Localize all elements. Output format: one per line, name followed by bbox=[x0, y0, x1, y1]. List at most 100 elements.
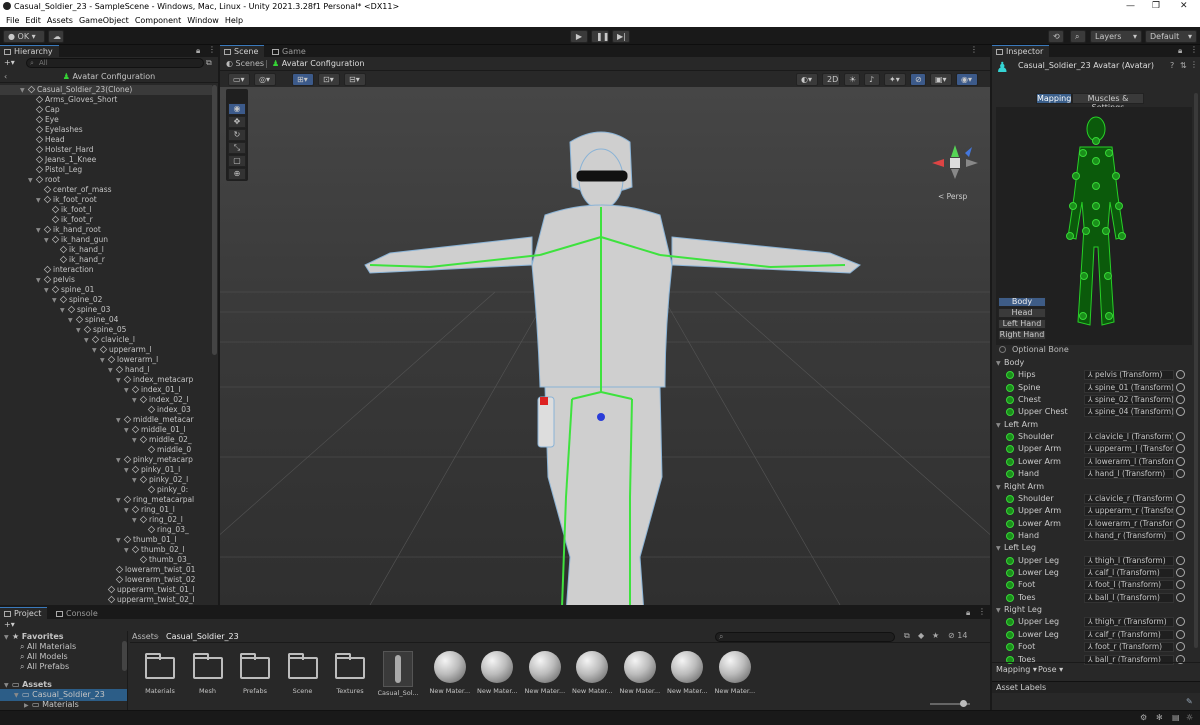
bone-transform-field[interactable]: ⅄ calf_l (Transform) bbox=[1084, 568, 1174, 578]
bone-transform-field[interactable]: ⅄ hand_l (Transform) bbox=[1084, 469, 1174, 480]
hierarchy-item[interactable]: ▼ pinky_02_l bbox=[132, 475, 188, 485]
expand-arrow-icon[interactable]: ▼ bbox=[116, 416, 124, 426]
asset-folder[interactable]: Textures bbox=[330, 651, 370, 695]
fav-all-prefabs[interactable]: ⌕ All Prefabs bbox=[20, 661, 127, 673]
bone-left-shoulder-dot[interactable] bbox=[1079, 149, 1087, 157]
mapping-dropdown[interactable]: Mapping ▾ bbox=[996, 665, 1037, 674]
bone-group-header[interactable]: ▼ Body bbox=[996, 357, 1200, 369]
visibility-toggle[interactable]: ⊘ bbox=[910, 73, 926, 86]
expand-arrow-icon[interactable]: ▼ bbox=[76, 326, 84, 336]
shading-button[interactable]: ◐▾ bbox=[796, 73, 818, 86]
hierarchy-item[interactable]: Holster_Hard bbox=[28, 145, 94, 155]
hierarchy-item[interactable]: ik_hand_l bbox=[52, 245, 104, 255]
expand-arrow-icon[interactable]: ▼ bbox=[20, 86, 28, 96]
persp-label[interactable]: < Persp bbox=[938, 192, 968, 201]
panel-menu-icon[interactable]: ⋮ bbox=[208, 45, 216, 54]
expand-arrow-icon[interactable]: ▼ bbox=[116, 456, 124, 466]
expand-arrow-icon[interactable]: ▼ bbox=[132, 436, 140, 446]
bone-right-lowerarm-dot[interactable] bbox=[1069, 202, 1077, 210]
transform-tool[interactable]: ⊕ bbox=[228, 168, 246, 180]
menu-help[interactable]: Help bbox=[225, 14, 243, 27]
bone-hips-dot[interactable] bbox=[1092, 219, 1100, 227]
body-part-head-button[interactable]: Head bbox=[998, 308, 1046, 318]
project-search-input[interactable]: ⌕ bbox=[715, 632, 895, 642]
gizmos-button[interactable]: ◉▾ bbox=[956, 73, 978, 86]
bone-group-header[interactable]: ▼ Right Arm bbox=[996, 481, 1200, 493]
hierarchy-scrollbar[interactable] bbox=[212, 85, 217, 355]
expand-arrow-icon[interactable]: ▼ bbox=[52, 296, 60, 306]
bone-right-lowerleg-dot[interactable] bbox=[1080, 272, 1088, 280]
body-part-right-hand-button[interactable]: Right Hand bbox=[998, 330, 1046, 340]
hierarchy-item[interactable]: Pistol_Leg bbox=[28, 165, 82, 175]
bone-left-lowerleg-dot[interactable] bbox=[1104, 272, 1112, 280]
object-picker-icon[interactable] bbox=[1176, 568, 1185, 577]
object-picker-icon[interactable] bbox=[1176, 407, 1185, 417]
expand-arrow-icon[interactable]: ▼ bbox=[100, 356, 108, 366]
cloud-button[interactable]: ☁ bbox=[48, 30, 64, 43]
move-tool[interactable]: ✥ bbox=[228, 116, 246, 128]
hierarchy-item[interactable]: ▼ upperarm_l bbox=[92, 345, 152, 355]
scenes-breadcrumb[interactable]: ◐ Scenes bbox=[226, 59, 264, 68]
pose-dropdown[interactable]: Pose ▾ bbox=[1038, 665, 1063, 674]
lock-icon[interactable]: 🔒︎ bbox=[1178, 46, 1182, 56]
object-picker-icon[interactable] bbox=[1176, 531, 1185, 540]
bone-transform-field[interactable]: ⅄ foot_l (Transform) bbox=[1084, 580, 1174, 591]
hierarchy-item[interactable]: ▼ spine_04 bbox=[68, 315, 118, 325]
bone-transform-field[interactable]: ⅄ clavicle_l (Transform) bbox=[1084, 432, 1174, 442]
menu-file[interactable]: File bbox=[6, 14, 19, 27]
object-picker-icon[interactable] bbox=[1176, 518, 1185, 528]
expand-arrow-icon[interactable]: ▼ bbox=[996, 543, 1004, 555]
asset-material[interactable]: New Mater... bbox=[667, 651, 707, 695]
layout-dropdown[interactable]: Default ▾ bbox=[1145, 30, 1197, 43]
back-icon[interactable]: ‹ bbox=[4, 71, 7, 83]
hierarchy-item[interactable]: ▼ spine_03 bbox=[60, 305, 110, 315]
maximize-icon[interactable]: ❐ bbox=[1152, 1, 1160, 11]
expand-arrow-icon[interactable]: ▼ bbox=[84, 336, 92, 346]
help-icon[interactable]: ? bbox=[1170, 61, 1174, 70]
bone-transform-field[interactable]: ⅄ spine_01 (Transform) bbox=[1084, 382, 1174, 393]
hierarchy-item[interactable]: Arms_Gloves_Short bbox=[28, 95, 117, 105]
expand-arrow-icon[interactable]: ▼ bbox=[124, 386, 132, 396]
hierarchy-item[interactable]: ▼ ik_hand_root bbox=[36, 225, 101, 235]
bone-transform-field[interactable]: ⅄ lowerarm_l (Transform) bbox=[1084, 456, 1174, 467]
expand-arrow-icon[interactable]: ▼ bbox=[132, 396, 140, 406]
expand-arrow-icon[interactable]: ▼ bbox=[132, 476, 140, 486]
inspector-scrollbar[interactable] bbox=[1194, 93, 1198, 648]
object-picker-icon[interactable] bbox=[1176, 592, 1185, 602]
draw-mode-button[interactable]: ▭▾ bbox=[228, 73, 250, 86]
asset-material[interactable]: New Mater... bbox=[715, 651, 755, 695]
tab-inspector[interactable]: Inspector bbox=[992, 45, 1050, 57]
bone-transform-field[interactable]: ⅄ ball_l (Transform) bbox=[1084, 592, 1174, 603]
bone-transform-field[interactable]: ⅄ calf_r (Transform) bbox=[1084, 629, 1174, 640]
bone-group-header[interactable]: ▼ Right Leg bbox=[996, 604, 1200, 616]
panel-menu-icon[interactable]: ⋮ bbox=[970, 45, 978, 54]
tab-scene[interactable]: Scene bbox=[220, 45, 265, 57]
expand-arrow-icon[interactable]: ▼ bbox=[996, 420, 1004, 432]
expand-arrow-icon[interactable]: ▼ bbox=[92, 346, 100, 356]
bone-transform-field[interactable]: ⅄ spine_02 (Transform) bbox=[1084, 395, 1174, 405]
hierarchy-item[interactable]: ▼ ik_foot_root bbox=[36, 195, 97, 205]
hierarchy-item[interactable]: ▼ thumb_01_l bbox=[116, 535, 177, 545]
body-part-body-button[interactable]: Body bbox=[998, 297, 1046, 307]
hierarchy-item[interactable]: middle_0 bbox=[140, 445, 191, 455]
expand-arrow-icon[interactable]: ▼ bbox=[36, 196, 44, 206]
cache-icon[interactable]: ▤ bbox=[1172, 713, 1180, 722]
bone-group-header[interactable]: ▼ Left Leg bbox=[996, 542, 1200, 554]
progress-icon[interactable]: ⚙ bbox=[1140, 713, 1147, 722]
bone-left-upperarm-dot[interactable] bbox=[1112, 172, 1120, 180]
asset-material[interactable]: New Mater... bbox=[620, 651, 660, 695]
expand-arrow-icon[interactable]: ▼ bbox=[28, 176, 36, 186]
bone-left-lowerarm-dot[interactable] bbox=[1115, 202, 1123, 210]
hierarchy-item[interactable]: Eye bbox=[28, 115, 59, 125]
hierarchy-item[interactable]: upperarm_twist_02_l bbox=[100, 595, 195, 605]
bone-transform-field[interactable]: ⅄ spine_04 (Transform) bbox=[1084, 407, 1174, 418]
expand-arrow-icon[interactable]: ▼ bbox=[116, 376, 124, 386]
body-part-left-hand-button[interactable]: Left Hand bbox=[998, 319, 1046, 329]
bone-chest-dot[interactable] bbox=[1092, 182, 1100, 190]
hierarchy-item[interactable]: ik_foot_r bbox=[44, 215, 93, 225]
avatar-config-breadcrumb[interactable]: ♟ Avatar Configuration bbox=[272, 59, 364, 68]
more-icon[interactable]: ⋮ bbox=[1190, 60, 1198, 69]
bone-upper-chest-dot[interactable] bbox=[1092, 157, 1100, 165]
step-button[interactable]: ▶| bbox=[612, 30, 630, 43]
menu-gameobject[interactable]: GameObject bbox=[79, 14, 129, 27]
